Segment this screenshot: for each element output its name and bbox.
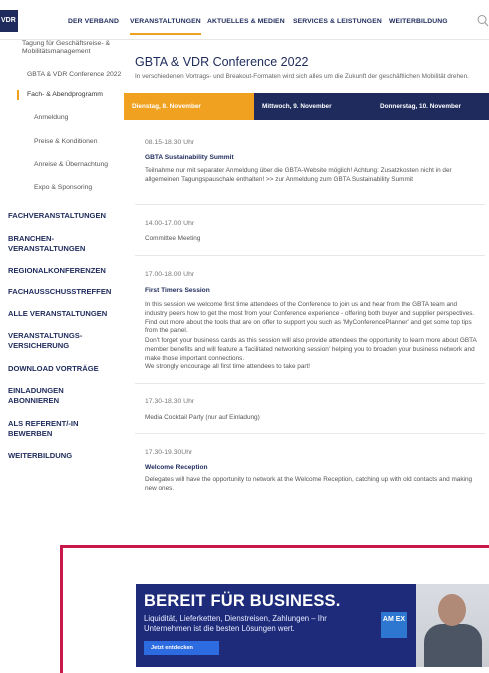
event-description: Media Cocktail Party (nur auf Einladung) bbox=[145, 414, 260, 421]
event-description: Committee Meeting bbox=[145, 235, 201, 242]
sidebar-versicherung-2[interactable]: VERSICHERUNG bbox=[8, 341, 69, 350]
sidebar-sub-anmeldung[interactable]: Anmeldung bbox=[34, 114, 68, 122]
event-time: 17.30-18.30 Uhr bbox=[145, 398, 195, 405]
event-time: 08.15-18.30 Uhr bbox=[145, 139, 195, 146]
divider bbox=[135, 255, 485, 256]
vdr-logo[interactable]: VDR bbox=[0, 10, 18, 32]
tab-mittwoch[interactable]: Mittwoch, 9. November bbox=[254, 93, 372, 120]
event-title: Welcome Reception bbox=[145, 464, 208, 471]
active-indicator bbox=[17, 90, 19, 100]
sidebar-referent-1[interactable]: ALS REFERENT/-IN bbox=[8, 419, 78, 428]
ad-subline: Liquidität, Lieferketten, Dienstreisen, … bbox=[144, 614, 327, 633]
person-body bbox=[424, 624, 482, 667]
amex-logo: AM EX bbox=[381, 612, 407, 638]
event-time: 17.00-18.00 Uhr bbox=[145, 271, 195, 278]
ad-headline: BEREIT FÜR BUSINESS. bbox=[144, 592, 341, 610]
sidebar-sub-expo[interactable]: Expo & Sponsoring bbox=[34, 184, 92, 192]
event-title: GBTA Sustainability Summit bbox=[145, 154, 234, 161]
sidebar-sub-conference[interactable]: GBTA & VDR Conference 2022 bbox=[27, 71, 121, 79]
divider bbox=[135, 383, 485, 384]
sidebar-sub-fachprogramm[interactable]: Fach- & Abendprogramm bbox=[27, 91, 103, 99]
top-navigation: VDR DER VERBAND VERANSTALTUNGEN AKTUELLE… bbox=[0, 0, 489, 40]
event-description: Teilnahme nur mit separater Anmeldung üb… bbox=[145, 167, 452, 183]
sidebar-branchen-2[interactable]: VERANSTALTUNGEN bbox=[8, 244, 85, 253]
sidebar-alle-veranstaltungen[interactable]: ALLE VERANSTALTUNGEN bbox=[8, 309, 107, 318]
sidebar-referent-2[interactable]: BEWERBEN bbox=[8, 429, 52, 438]
sidebar-weiterbildung[interactable]: WEITERBILDUNG bbox=[8, 451, 72, 460]
sidebar-fachausschusstreffen[interactable]: FACHAUSSCHUSSTREFFEN bbox=[8, 287, 111, 296]
nav-services-leistungen[interactable]: SERVICES & LEISTUNGEN bbox=[293, 18, 382, 25]
ad-cta-button[interactable]: Jetzt entdecken bbox=[144, 641, 219, 655]
page-title: GBTA & VDR Conference 2022 bbox=[135, 55, 309, 69]
divider bbox=[135, 204, 485, 205]
event-description-3: We strongly encourage all first time att… bbox=[145, 363, 311, 370]
sidebar-sub-tagung-2[interactable]: Mobilitätsmanagement bbox=[22, 48, 90, 56]
search-icon[interactable] bbox=[477, 14, 489, 28]
nav-aktuelles-medien[interactable]: AKTUELLES & MEDIEN bbox=[207, 18, 285, 25]
sidebar-branchen-1[interactable]: BRANCHEN- bbox=[8, 234, 54, 243]
advertisement-banner[interactable]: BEREIT FÜR BUSINESS. Liquidität, Lieferk… bbox=[136, 584, 489, 667]
nav-weiterbildung[interactable]: WEITERBILDUNG bbox=[389, 18, 448, 25]
nav-veranstaltungen[interactable]: VERANSTALTUNGEN bbox=[130, 18, 201, 35]
sidebar-einladungen-2[interactable]: ABONNIEREN bbox=[8, 396, 59, 405]
sidebar-regionalkonferenzen[interactable]: REGIONALKONFERENZEN bbox=[8, 266, 106, 275]
nav-der-verband[interactable]: DER VERBAND bbox=[68, 18, 119, 25]
sidebar-download-vortraege[interactable]: DOWNLOAD VORTRÄGE bbox=[8, 364, 99, 373]
person-head bbox=[438, 594, 466, 626]
intro-text: In verschiedenen Vortrags- und Breakout-… bbox=[135, 73, 469, 80]
tab-donnerstag[interactable]: Donnerstag, 10. November bbox=[372, 93, 489, 120]
ad-photo bbox=[416, 584, 489, 667]
divider bbox=[135, 433, 485, 434]
event-description: Delegates will have the opportunity to n… bbox=[145, 476, 473, 492]
event-description: In this session we welcome first time at… bbox=[145, 301, 475, 335]
event-time: 17.30-19.30Uhr bbox=[145, 449, 193, 456]
event-title: First Timers Session bbox=[145, 287, 210, 294]
sidebar-sub-preise[interactable]: Preise & Konditionen bbox=[34, 138, 97, 146]
sidebar-fachveranstaltungen[interactable]: FACHVERANSTALTUNGEN bbox=[8, 211, 106, 220]
event-description-2: Don't forget your business cards as this… bbox=[145, 337, 477, 362]
sidebar-sub-anreise[interactable]: Anreise & Übernachtung bbox=[34, 161, 108, 169]
sidebar-sub-tagung-1[interactable]: Tagung für Geschäftsreise- & bbox=[22, 40, 110, 48]
tab-dienstag[interactable]: Dienstag, 8. November bbox=[124, 93, 254, 120]
event-time: 14.00-17.00 Uhr bbox=[145, 220, 195, 227]
sidebar-versicherung-1[interactable]: VERANSTALTUNGS- bbox=[8, 331, 82, 340]
sidebar-einladungen-1[interactable]: EINLADUNGEN bbox=[8, 386, 64, 395]
